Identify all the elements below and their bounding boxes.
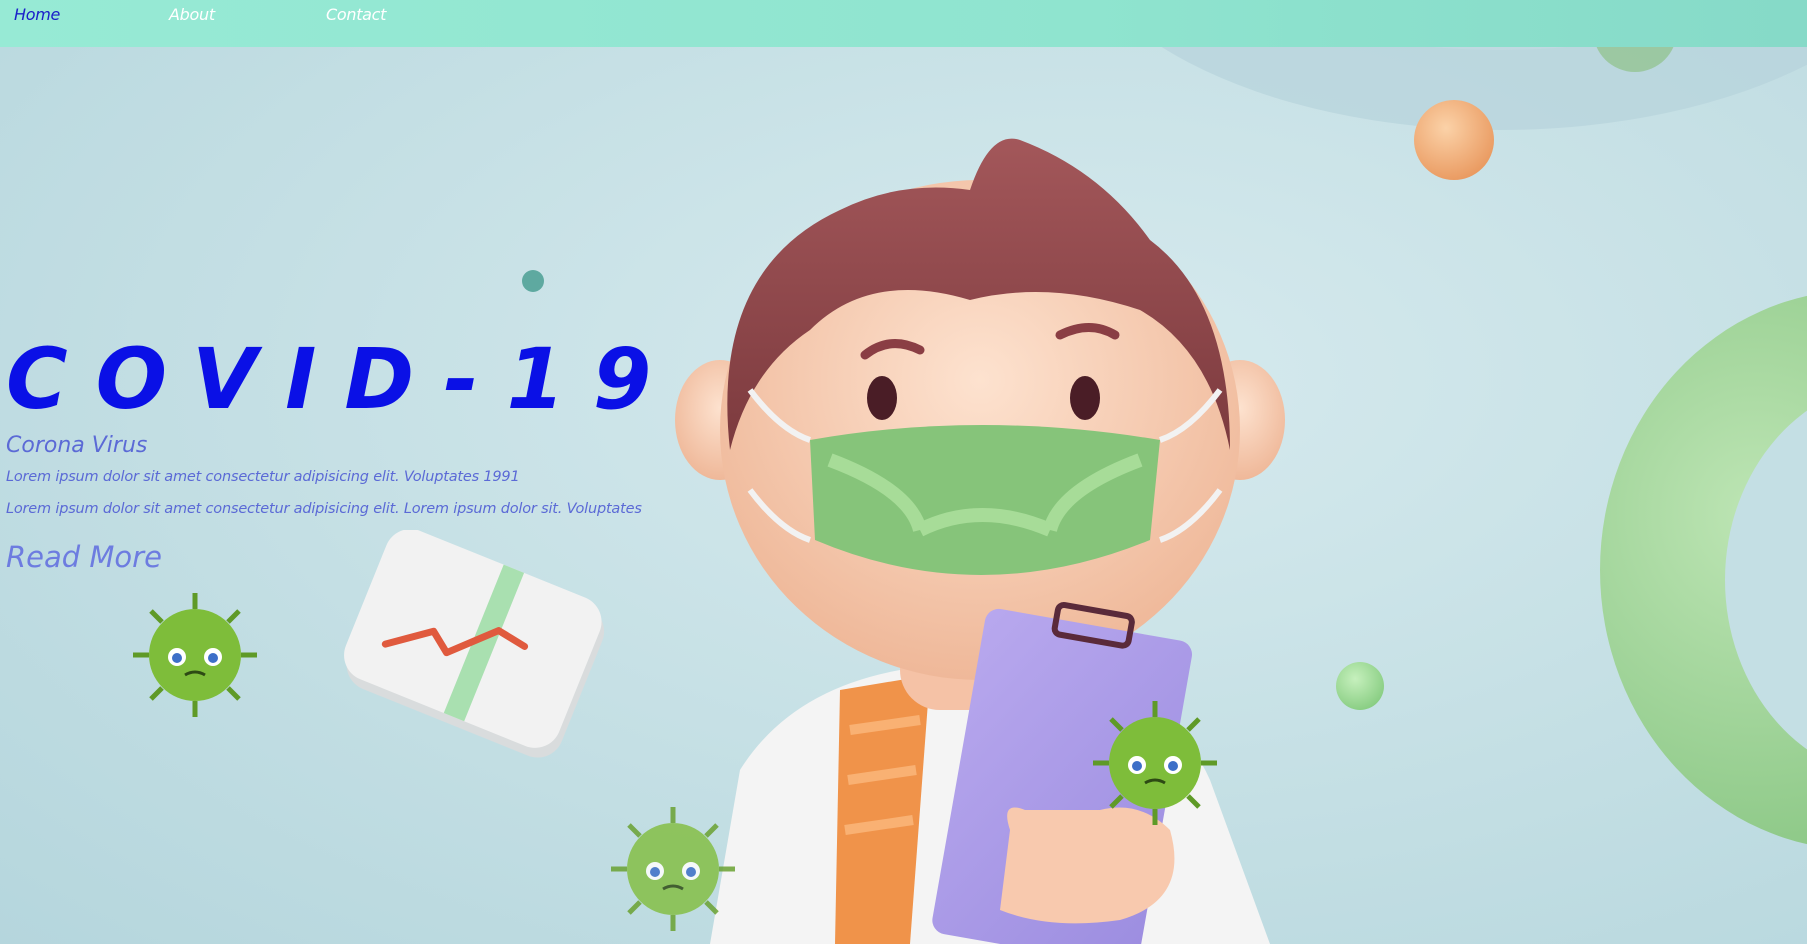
hero-subtitle: Corona Virus: [6, 433, 148, 458]
nav-link-contact[interactable]: Contact: [326, 5, 386, 24]
nav-link-home[interactable]: Home: [14, 5, 60, 24]
hero-description-line-2: Lorem ipsum dolor sit amet consectetur a…: [6, 501, 642, 517]
hero-title: COVID-19: [6, 330, 680, 428]
green-torus-shape: [1600, 295, 1807, 845]
green-sphere-shape: [1336, 662, 1384, 710]
virus-icon: [1093, 701, 1217, 825]
teal-sphere-shape: [522, 270, 544, 292]
orange-sphere-shape: [1414, 100, 1494, 180]
top-navbar: Home About Contact: [0, 0, 1807, 47]
nav-link-about[interactable]: About: [169, 5, 215, 24]
read-more-link[interactable]: Read More: [6, 540, 162, 574]
virus-icon: [133, 593, 257, 717]
hero-description-line-1: Lorem ipsum dolor sit amet consectetur a…: [6, 469, 520, 485]
virus-icon: [611, 807, 735, 931]
chart-card-icon: [344, 530, 605, 758]
